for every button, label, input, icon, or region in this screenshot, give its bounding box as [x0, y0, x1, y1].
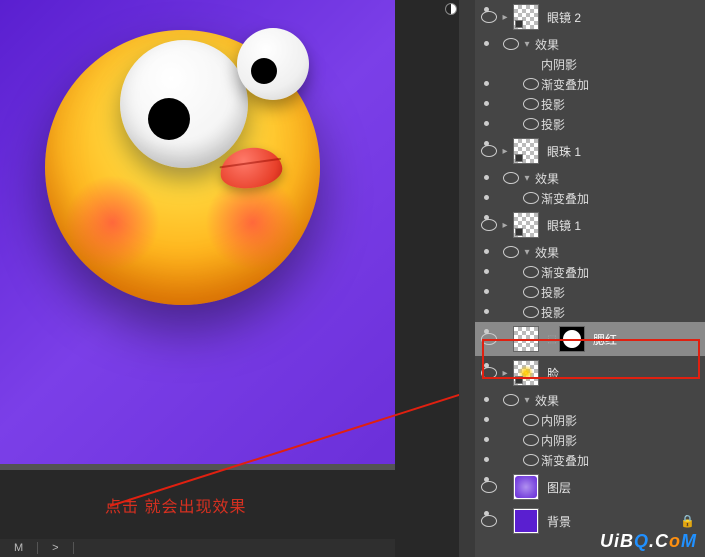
emoji-face — [45, 30, 320, 305]
layer-thumbnail[interactable] — [513, 212, 539, 238]
layer-thumbnail[interactable] — [513, 138, 539, 164]
visibility-toggle[interactable] — [479, 515, 499, 527]
blush-left — [65, 175, 160, 270]
visibility-toggle[interactable] — [521, 266, 541, 278]
effects-label: 效果 — [535, 36, 559, 53]
fx-header[interactable]: 效果 — [475, 168, 705, 188]
visibility-toggle[interactable] — [521, 454, 541, 466]
visibility-toggle[interactable] — [479, 219, 499, 231]
visibility-toggle[interactable] — [521, 414, 541, 426]
fx-header[interactable]: 效果 — [475, 34, 705, 54]
layer-row-layer[interactable]: 图层 — [475, 470, 705, 504]
visibility-toggle[interactable] — [479, 481, 499, 493]
fx-item[interactable]: 渐变叠加 — [475, 262, 705, 282]
tab-arrow: > — [38, 542, 73, 554]
fx-item[interactable]: 投影 — [475, 302, 705, 322]
expand-toggle[interactable] — [521, 173, 533, 184]
expand-toggle[interactable] — [499, 12, 511, 23]
fx-item[interactable]: 内阴影 — [475, 430, 705, 450]
visibility-toggle[interactable] — [501, 38, 521, 50]
visibility-toggle[interactable] — [501, 172, 521, 184]
panel-gutter — [459, 0, 475, 557]
layer-name: 腮红 — [593, 331, 617, 348]
link-icon[interactable]: ⬚ — [548, 329, 556, 349]
visibility-toggle[interactable] — [521, 306, 541, 318]
layer-row-blush[interactable]: ⬚ 腮红 — [475, 322, 705, 356]
fx-item[interactable]: 投影 — [475, 114, 705, 134]
visibility-toggle[interactable] — [479, 145, 499, 157]
visibility-toggle[interactable] — [479, 11, 499, 23]
layer-mask-thumbnail[interactable] — [559, 326, 585, 352]
layer-name: 图层 — [547, 479, 571, 496]
visibility-toggle[interactable] — [479, 367, 499, 379]
layers-panel: 眼镜 2 效果 内阴影 渐变叠加 投影 投影 眼珠 1 效果 渐变叠加 眼镜 1… — [475, 0, 705, 557]
visibility-toggle[interactable] — [501, 394, 521, 406]
expand-toggle[interactable] — [499, 220, 511, 231]
visibility-toggle[interactable] — [521, 192, 541, 204]
fx-header[interactable]: 效果 — [475, 390, 705, 410]
fx-item[interactable]: 内阴影 — [475, 54, 705, 74]
effects-label: 效果 — [535, 170, 559, 187]
eye-small — [237, 28, 309, 100]
fx-item[interactable]: 渐变叠加 — [475, 188, 705, 208]
fx-item[interactable]: 投影 — [475, 94, 705, 114]
fx-item[interactable]: 渐变叠加 — [475, 450, 705, 470]
layer-row-eyeball1[interactable]: 眼珠 1 — [475, 134, 705, 168]
effects-label: 效果 — [535, 392, 559, 409]
effects-label: 效果 — [535, 244, 559, 261]
expand-toggle[interactable] — [521, 395, 533, 406]
fx-item[interactable]: 投影 — [475, 282, 705, 302]
layer-thumbnail[interactable] — [513, 360, 539, 386]
layer-name: 背景 — [547, 513, 571, 530]
adjustment-icon[interactable] — [445, 3, 457, 15]
layer-row-eyewear2[interactable]: 眼镜 2 — [475, 0, 705, 34]
visibility-toggle[interactable] — [479, 333, 499, 345]
layer-name: 眼珠 1 — [547, 143, 581, 160]
fx-header[interactable]: 效果 — [475, 242, 705, 262]
layer-thumbnail[interactable] — [513, 326, 539, 352]
visibility-toggle[interactable] — [521, 78, 541, 90]
fx-item[interactable]: 渐变叠加 — [475, 74, 705, 94]
visibility-toggle[interactable] — [521, 286, 541, 298]
layer-thumbnail[interactable] — [513, 508, 539, 534]
document-tab-bar[interactable]: M > — [0, 539, 395, 557]
eye-large — [120, 40, 248, 168]
layer-name: 脸 — [547, 365, 559, 382]
watermark: UiBQ.CoM — [600, 531, 697, 552]
layer-row-face[interactable]: 脸 — [475, 356, 705, 390]
expand-toggle[interactable] — [499, 146, 511, 157]
layer-row-eyewear1[interactable]: 眼镜 1 — [475, 208, 705, 242]
layer-thumbnail[interactable] — [513, 4, 539, 30]
canvas-preview — [0, 0, 395, 468]
blush-right — [205, 175, 300, 270]
visibility-toggle[interactable] — [521, 98, 541, 110]
annotation-text: 点击 就会出现效果 — [105, 493, 246, 517]
expand-toggle[interactable] — [499, 368, 511, 379]
layer-name: 眼镜 2 — [547, 9, 581, 26]
visibility-toggle[interactable] — [521, 434, 541, 446]
fx-item[interactable]: 内阴影 — [475, 410, 705, 430]
visibility-toggle[interactable] — [521, 118, 541, 130]
expand-toggle[interactable] — [521, 39, 533, 50]
visibility-toggle[interactable] — [501, 246, 521, 258]
lock-icon[interactable]: 🔒 — [680, 514, 695, 528]
layer-name: 眼镜 1 — [547, 217, 581, 234]
tab-indicator: M — [0, 542, 38, 554]
expand-toggle[interactable] — [521, 247, 533, 258]
layer-thumbnail[interactable] — [513, 474, 539, 500]
